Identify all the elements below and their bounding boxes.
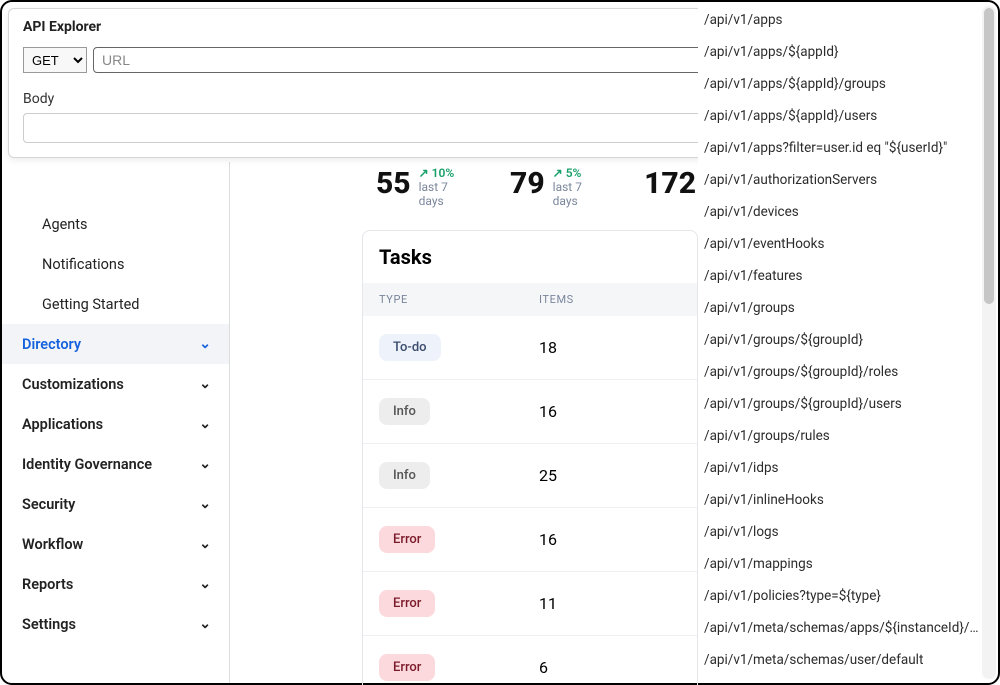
- suggestion-item[interactable]: /api/v1/mappings: [698, 548, 988, 580]
- suggestion-item[interactable]: /api/v1/groups: [698, 292, 988, 324]
- suggestion-item[interactable]: /api/v1/groups/${groupId}: [698, 324, 988, 356]
- suggestion-item[interactable]: /api/v1/features: [698, 260, 988, 292]
- suggestion-item[interactable]: /api/v1/meta/schemas/apps/${instanceId}/…: [698, 612, 988, 644]
- items-count: 11: [539, 594, 557, 613]
- items-count: 18: [539, 338, 557, 357]
- scrollbar[interactable]: [982, 6, 996, 679]
- sidebar-item[interactable]: Getting Started: [2, 284, 229, 324]
- stat-item: 55 10%last 7 days: [376, 166, 472, 208]
- sidebar-section[interactable]: Security⌄: [2, 484, 229, 524]
- sidebar-item-directory[interactable]: Directory⌄: [2, 324, 229, 364]
- col-type: TYPE: [379, 293, 539, 306]
- url-suggestions-popup: /api/v1/apps/api/v1/apps/${appId}/api/v1…: [698, 4, 988, 679]
- tasks-header-row: TYPE ITEMS: [363, 283, 697, 316]
- suggestion-item[interactable]: /api/v1/groups/rules: [698, 420, 988, 452]
- suggestion-item[interactable]: /api/v1/inlineHooks: [698, 484, 988, 516]
- sidebar-section[interactable]: Applications⌄: [2, 404, 229, 444]
- stats-row: 5510%last 7 days795%last 7 days172: [362, 164, 698, 226]
- chevron-down-icon: ⌄: [199, 416, 211, 432]
- suggestion-item[interactable]: /api/v1/devices: [698, 196, 988, 228]
- table-row[interactable]: Error 11: [363, 571, 697, 635]
- suggestion-item[interactable]: /api/v1/apps?filter=user.id eq "${userId…: [698, 132, 988, 164]
- sidebar-item[interactable]: Agents: [2, 204, 229, 244]
- chevron-down-icon: ⌄: [199, 536, 211, 552]
- stat-subtitle: last 7 days: [419, 180, 472, 208]
- suggestion-item[interactable]: /api/v1/meta/schemas/user/linkedObjects: [698, 676, 988, 679]
- suggestion-item[interactable]: /api/v1/apps/${appId}/users: [698, 100, 988, 132]
- chevron-down-icon: ⌄: [199, 616, 211, 632]
- stat-value: 79: [510, 166, 545, 201]
- suggestion-item[interactable]: /api/v1/idps: [698, 452, 988, 484]
- type-badge: To-do: [379, 334, 441, 361]
- main-content: 5510%last 7 days795%last 7 days172 Tasks…: [362, 164, 698, 683]
- table-row[interactable]: Info 16: [363, 379, 697, 443]
- chevron-down-icon: ⌄: [199, 576, 211, 592]
- stat-trend: 10%: [419, 166, 472, 180]
- type-badge: Error: [379, 526, 435, 553]
- table-row[interactable]: Error 6: [363, 635, 697, 685]
- sidebar: TasksAgentsNotificationsGetting StartedD…: [2, 162, 230, 683]
- tasks-title: Tasks: [363, 231, 697, 283]
- scrollbar-thumb[interactable]: [984, 8, 994, 304]
- stat-value: 55: [376, 166, 411, 201]
- items-count: 25: [539, 466, 557, 485]
- type-badge: Info: [379, 462, 430, 489]
- suggestion-item[interactable]: /api/v1/apps: [698, 4, 988, 36]
- suggestion-item[interactable]: /api/v1/groups/${groupId}/users: [698, 388, 988, 420]
- suggestion-item[interactable]: /api/v1/authorizationServers: [698, 164, 988, 196]
- suggestion-item[interactable]: /api/v1/groups/${groupId}/roles: [698, 356, 988, 388]
- items-count: 6: [539, 658, 548, 677]
- suggestion-item[interactable]: /api/v1/policies?type=${type}: [698, 580, 988, 612]
- sidebar-section[interactable]: Reports⌄: [2, 564, 229, 604]
- chevron-down-icon: ⌄: [199, 376, 211, 392]
- sidebar-section[interactable]: Settings⌄: [2, 604, 229, 644]
- col-items: ITEMS: [539, 293, 574, 306]
- suggestion-item[interactable]: /api/v1/eventHooks: [698, 228, 988, 260]
- table-row[interactable]: Info 25: [363, 443, 697, 507]
- http-method-select[interactable]: GET: [23, 47, 87, 73]
- suggestion-item[interactable]: /api/v1/apps/${appId}: [698, 36, 988, 68]
- suggestion-item[interactable]: /api/v1/meta/schemas/user/default: [698, 644, 988, 676]
- sidebar-section[interactable]: Identity Governance⌄: [2, 444, 229, 484]
- suggestion-item[interactable]: /api/v1/apps/${appId}/groups: [698, 68, 988, 100]
- items-count: 16: [539, 402, 557, 421]
- chevron-down-icon: ⌄: [199, 456, 211, 472]
- type-badge: Error: [379, 654, 435, 681]
- type-badge: Error: [379, 590, 435, 617]
- chevron-down-icon: ⌄: [199, 496, 211, 512]
- items-count: 16: [539, 530, 557, 549]
- stat-subtitle: last 7 days: [553, 180, 606, 208]
- stat-value: 172: [644, 166, 696, 201]
- stat-item: 172: [644, 166, 696, 201]
- stat-item: 79 5%last 7 days: [510, 166, 606, 208]
- sidebar-item[interactable]: Notifications: [2, 244, 229, 284]
- sidebar-section[interactable]: Workflow⌄: [2, 524, 229, 564]
- table-row[interactable]: To-do 18: [363, 316, 697, 379]
- stat-trend: 5%: [553, 166, 606, 180]
- chevron-down-icon: ⌄: [199, 336, 211, 352]
- suggestion-item[interactable]: /api/v1/logs: [698, 516, 988, 548]
- sidebar-section[interactable]: Customizations⌄: [2, 364, 229, 404]
- type-badge: Info: [379, 398, 430, 425]
- tasks-card: Tasks TYPE ITEMS To-do 18 Info 16 Info 25 Erro…: [362, 230, 698, 685]
- table-row[interactable]: Error 16: [363, 507, 697, 571]
